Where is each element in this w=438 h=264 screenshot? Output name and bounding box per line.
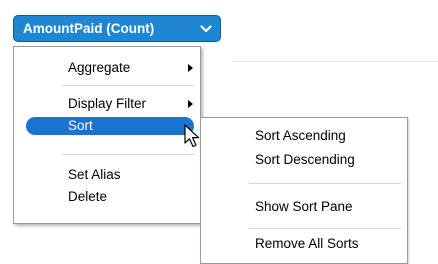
- menu-separator: [249, 183, 401, 184]
- submenu-arrow-icon: [188, 100, 193, 108]
- menu-item-sort-descending[interactable]: Sort Descending: [201, 149, 407, 171]
- submenu-arrow-icon: [188, 64, 193, 72]
- chevron-down-icon: [199, 16, 213, 41]
- menu-item-remove-all-sorts[interactable]: Remove All Sorts: [201, 233, 407, 255]
- menu-separator: [62, 154, 194, 155]
- field-context-menu: Aggregate Display Filter Sort Set Alias …: [13, 46, 201, 224]
- menu-item-sort[interactable]: Sort: [14, 115, 200, 137]
- field-pill-button[interactable]: AmountPaid (Count): [13, 15, 221, 42]
- divider-line: [232, 61, 438, 62]
- menu-item-label: Set Alias: [68, 167, 121, 182]
- menu-item-label: Sort Descending: [255, 152, 355, 167]
- menu-item-label: Sort: [68, 118, 93, 133]
- menu-item-aggregate[interactable]: Aggregate: [14, 57, 200, 79]
- menu-item-display-filter[interactable]: Display Filter: [14, 93, 200, 115]
- menu-item-show-sort-pane[interactable]: Show Sort Pane: [201, 196, 407, 218]
- menu-item-highlight: [26, 117, 194, 135]
- menu-item-label: Show Sort Pane: [255, 199, 353, 214]
- menu-item-label: Display Filter: [68, 96, 147, 111]
- menu-item-set-alias[interactable]: Set Alias: [14, 164, 200, 186]
- menu-item-label: Sort Ascending: [255, 128, 346, 143]
- menu-item-label: Aggregate: [68, 60, 131, 75]
- menu-item-label: Delete: [68, 189, 108, 204]
- sort-submenu: Sort Ascending Sort Descending Show Sort…: [200, 117, 408, 264]
- menu-separator: [249, 228, 401, 229]
- menu-item-delete[interactable]: Delete: [14, 186, 200, 208]
- menu-item-sort-ascending[interactable]: Sort Ascending: [201, 125, 407, 147]
- menu-separator: [62, 85, 194, 86]
- field-pill-label: AmountPaid (Count): [23, 21, 155, 36]
- menu-item-label: Remove All Sorts: [255, 236, 359, 251]
